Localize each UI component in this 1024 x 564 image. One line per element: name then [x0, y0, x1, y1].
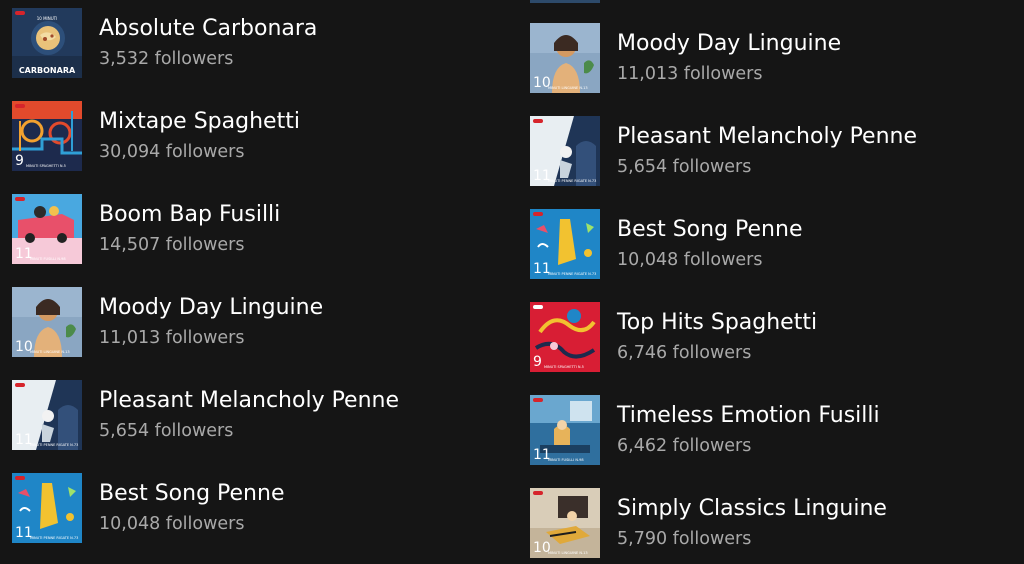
- playlist-title[interactable]: Boom Bap Fusilli: [99, 201, 280, 229]
- follower-count: 11,013 followers: [99, 328, 245, 348]
- playlist-title[interactable]: Best Song Penne: [99, 480, 284, 508]
- carbonara-art-icon[interactable]: 10 MINUTI CARBONARA: [12, 8, 82, 78]
- partial-thumbnail-edge: [530, 0, 600, 3]
- playlist-title[interactable]: Simply Classics Linguine: [617, 495, 887, 523]
- cover-subtitle: MINUTI PENNE RIGATE N.73: [548, 179, 596, 183]
- right-playlist-column: 10 MINUTI LINGUINE N.13 Moody Day Lingui…: [530, 23, 1000, 564]
- playlist-grid: 10 MINUTI CARBONARA Absolute Carbonara 3…: [0, 0, 1024, 564]
- playlist-title[interactable]: Moody Day Linguine: [617, 30, 841, 58]
- cover-subtitle: MINUTI LINGUINE N.13: [548, 86, 588, 90]
- playlist-title[interactable]: Best Song Penne: [617, 216, 802, 244]
- playlist-item-pleasant-melancholy-penne[interactable]: 11 MINUTI PENNE RIGATE N.73 Pleasant Mel…: [12, 380, 482, 473]
- playlist-item-absolute-carbonara[interactable]: 10 MINUTI CARBONARA Absolute Carbonara 3…: [12, 8, 482, 101]
- cover-big-text: CARBONARA: [19, 66, 76, 75]
- cover-subtitle: MINUTI LINGUINE N.13: [548, 551, 588, 555]
- follower-count: 6,746 followers: [617, 343, 752, 363]
- timeless-art-icon[interactable]: 11 MINUTI FUSILLI N.98: [530, 395, 600, 465]
- cover-subtitle: MINUTI SPAGHETTI N.5: [26, 164, 66, 168]
- classics-art-icon[interactable]: 10 MINUTI LINGUINE N.13: [530, 488, 600, 558]
- playlist-title[interactable]: Pleasant Melancholy Penne: [617, 123, 917, 151]
- follower-count: 11,013 followers: [617, 64, 763, 84]
- playlist-item-best-song-penne[interactable]: 11 MINUTI PENNE RIGATE N.73 Best Song Pe…: [12, 473, 482, 564]
- playlist-item-best-song-penne[interactable]: 11 MINUTI PENNE RIGATE N.73 Best Song Pe…: [530, 209, 1000, 302]
- follower-count: 6,462 followers: [617, 436, 752, 456]
- playlist-title[interactable]: Absolute Carbonara: [99, 15, 317, 43]
- boombap-art-icon[interactable]: 11 MINUTI FUSILLI N.98: [12, 194, 82, 264]
- playlist-title[interactable]: Moody Day Linguine: [99, 294, 323, 322]
- playlist-title[interactable]: Pleasant Melancholy Penne: [99, 387, 399, 415]
- playlist-item-mixtape-spaghetti[interactable]: 9 MINUTI SPAGHETTI N.5 Mixtape Spaghetti…: [12, 101, 482, 194]
- tophits-art-icon[interactable]: 9 MINUTI SPAGHETTI N.5: [530, 302, 600, 372]
- cover-subtitle: MINUTI FUSILLI N.98: [30, 257, 66, 261]
- follower-count: 5,790 followers: [617, 529, 752, 549]
- playlist-item-simply-classics-linguine[interactable]: 10 MINUTI LINGUINE N.13 Simply Classics …: [530, 488, 1000, 564]
- playlist-title[interactable]: Mixtape Spaghetti: [99, 108, 300, 136]
- follower-count: 5,654 followers: [99, 421, 234, 441]
- playlist-item-boom-bap-fusilli[interactable]: 11 MINUTI FUSILLI N.98 Boom Bap Fusilli …: [12, 194, 482, 287]
- playlist-item-pleasant-melancholy-penne[interactable]: 11 MINUTI PENNE RIGATE N.73 Pleasant Mel…: [530, 116, 1000, 209]
- cover-subtitle: MINUTI SPAGHETTI N.5: [544, 365, 584, 369]
- cover-subtitle: MINUTI FUSILLI N.98: [548, 458, 584, 462]
- melancholy-art-icon[interactable]: 11 MINUTI PENNE RIGATE N.73: [12, 380, 82, 450]
- follower-count: 5,654 followers: [617, 157, 752, 177]
- melancholy-art-icon[interactable]: 11 MINUTI PENNE RIGATE N.73: [530, 116, 600, 186]
- follower-count: 30,094 followers: [99, 142, 245, 162]
- moody-art-icon[interactable]: 10 MINUTI LINGUINE N.13: [12, 287, 82, 357]
- cover-number: 9: [15, 153, 24, 169]
- playlist-item-moody-day-linguine[interactable]: 10 MINUTI LINGUINE N.13 Moody Day Lingui…: [12, 287, 482, 380]
- playlist-title[interactable]: Top Hits Spaghetti: [617, 309, 817, 337]
- bestsong-art-icon[interactable]: 11 MINUTI PENNE RIGATE N.73: [12, 473, 82, 543]
- playlist-item-timeless-emotion-fusilli[interactable]: 11 MINUTI FUSILLI N.98 Timeless Emotion …: [530, 395, 1000, 488]
- playlist-item-moody-day-linguine[interactable]: 10 MINUTI LINGUINE N.13 Moody Day Lingui…: [530, 23, 1000, 116]
- cover-number: 9: [533, 354, 542, 370]
- follower-count: 10,048 followers: [99, 514, 245, 534]
- follower-count: 10,048 followers: [617, 250, 763, 270]
- cover-subtitle: MINUTI PENNE RIGATE N.73: [30, 443, 78, 447]
- playlist-title[interactable]: Timeless Emotion Fusilli: [617, 402, 880, 430]
- bestsong-art-icon[interactable]: 11 MINUTI PENNE RIGATE N.73: [530, 209, 600, 279]
- cover-subtitle: MINUTI LINGUINE N.13: [30, 350, 70, 354]
- cover-subtitle: MINUTI PENNE RIGATE N.73: [30, 536, 78, 540]
- cover-subtitle: MINUTI PENNE RIGATE N.73: [548, 272, 596, 276]
- cover-small-text: 10 MINUTI: [37, 16, 58, 21]
- left-playlist-column: 10 MINUTI CARBONARA Absolute Carbonara 3…: [12, 8, 482, 564]
- playlist-item-top-hits-spaghetti[interactable]: 9 MINUTI SPAGHETTI N.5 Top Hits Spaghett…: [530, 302, 1000, 395]
- moody-art-icon[interactable]: 10 MINUTI LINGUINE N.13: [530, 23, 600, 93]
- follower-count: 3,532 followers: [99, 49, 234, 69]
- mixtape-art-icon[interactable]: 9 MINUTI SPAGHETTI N.5: [12, 101, 82, 171]
- follower-count: 14,507 followers: [99, 235, 245, 255]
